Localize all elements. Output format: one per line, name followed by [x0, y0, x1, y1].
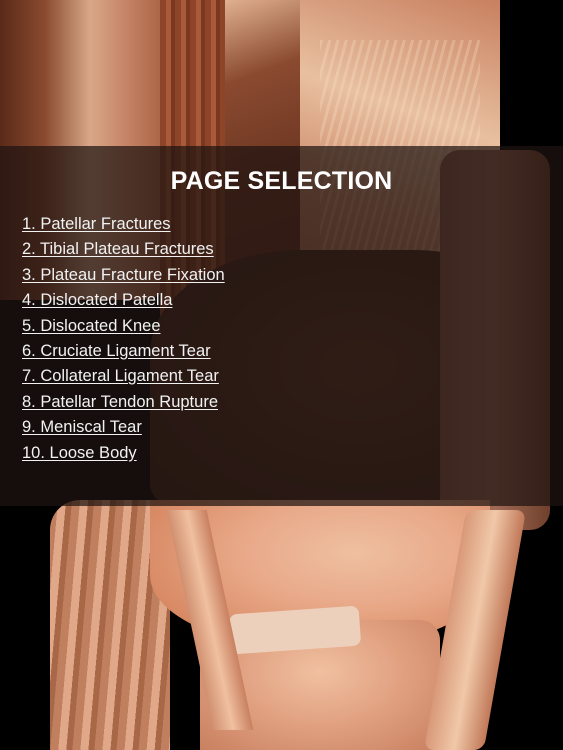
page-selection-list: 1. Patellar Fractures 2. Tibial Plateau … — [22, 213, 225, 467]
list-item: 3. Plateau Fracture Fixation — [22, 264, 225, 289]
page-link-patellar-fractures[interactable]: 1. Patellar Fractures — [22, 215, 171, 233]
page-link-patellar-tendon-rupture[interactable]: 8. Patellar Tendon Rupture — [22, 393, 218, 411]
page-link-collateral-ligament-tear[interactable]: 7. Collateral Ligament Tear — [22, 367, 219, 385]
page-link-loose-body[interactable]: 10. Loose Body — [22, 444, 137, 462]
page-link-plateau-fracture-fixation[interactable]: 3. Plateau Fracture Fixation — [22, 266, 225, 284]
list-item: 7. Collateral Ligament Tear — [22, 365, 225, 390]
list-item: 10. Loose Body — [22, 442, 225, 467]
list-item: 2. Tibial Plateau Fractures — [22, 238, 225, 263]
list-item: 5. Dislocated Knee — [22, 315, 225, 340]
list-item: 8. Patellar Tendon Rupture — [22, 391, 225, 416]
page-link-dislocated-patella[interactable]: 4. Dislocated Patella — [22, 291, 172, 309]
page-link-cruciate-ligament-tear[interactable]: 6. Cruciate Ligament Tear — [22, 342, 211, 360]
list-item: 9. Meniscal Tear — [22, 416, 225, 441]
list-item: 6. Cruciate Ligament Tear — [22, 340, 225, 365]
list-item: 4. Dislocated Patella — [22, 289, 225, 314]
list-item: 1. Patellar Fractures — [22, 213, 225, 238]
page-selection-title: PAGE SELECTION — [170, 167, 393, 195]
page-link-tibial-plateau-fractures[interactable]: 2. Tibial Plateau Fractures — [22, 240, 214, 258]
page-link-dislocated-knee[interactable]: 5. Dislocated Knee — [22, 317, 161, 335]
page-link-meniscal-tear[interactable]: 9. Meniscal Tear — [22, 418, 142, 436]
